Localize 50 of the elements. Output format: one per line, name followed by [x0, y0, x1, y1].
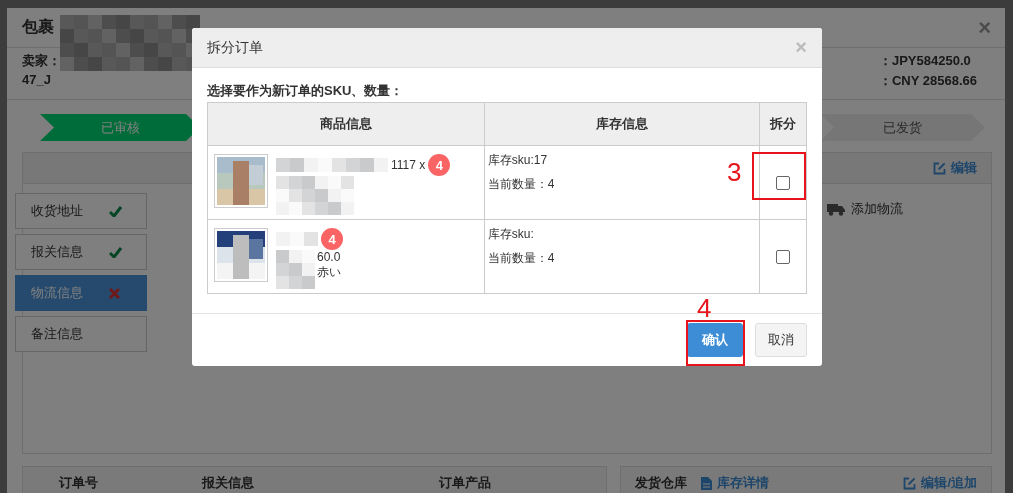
stock-sku: 库存sku:	[487, 226, 535, 243]
progress-step: 已发货	[820, 114, 985, 141]
product-title: 1117 x	[391, 158, 426, 172]
product-detail: 60.0	[317, 250, 341, 264]
step-number: 3	[727, 159, 742, 185]
nav-item[interactable]: 报关信息	[15, 234, 147, 270]
highlight-frame	[686, 320, 745, 366]
seller-id: 47_J	[22, 72, 52, 87]
truck-icon	[827, 202, 845, 216]
seller-label: 卖家：	[22, 52, 61, 70]
order-amount-cny: ：CNY 28568.66	[878, 72, 977, 90]
close-button[interactable]: ×	[978, 14, 991, 41]
split-checkbox[interactable]	[776, 176, 791, 191]
cancel-button[interactable]: 取消	[755, 323, 807, 357]
edit-icon	[933, 161, 946, 175]
nav-item[interactable]: 物流信息	[15, 275, 147, 311]
column-header: 商品信息	[207, 102, 485, 146]
edit-link[interactable]: 编辑	[933, 159, 977, 177]
quantity-badge: 4	[428, 154, 451, 176]
edit-icon	[903, 476, 917, 490]
step-number: 4	[697, 295, 712, 321]
quantity-badge: 4	[321, 228, 343, 250]
column-header: 报关信息	[200, 474, 255, 492]
add-logistics-button[interactable]: 添加物流	[827, 200, 903, 218]
column-header: 拆分	[759, 102, 807, 146]
cross-icon	[109, 287, 120, 299]
mosaic-drawing	[276, 250, 315, 289]
split-checkbox[interactable]	[776, 250, 791, 265]
product-detail: 赤い	[317, 264, 341, 281]
column-header: 订单号	[57, 474, 99, 492]
stock-sku: 库存sku:17	[487, 152, 549, 169]
order-amount: ：JPY584250.0	[878, 52, 972, 70]
check-icon	[109, 246, 122, 258]
current-quantity: 当前数量：4	[487, 250, 556, 267]
column-header: 库存信息	[484, 102, 760, 146]
highlight-frame	[752, 152, 806, 200]
column-header: 订单产品	[437, 474, 492, 492]
current-quantity: 当前数量：4	[487, 176, 556, 193]
warehouse-title: 发货仓库	[635, 474, 687, 492]
nav-item[interactable]: 备注信息	[15, 316, 147, 352]
mosaic-drawing	[276, 232, 318, 246]
edit-add-link[interactable]: 编辑/追加	[903, 474, 977, 492]
dialog-prompt: 选择要作为新订单的SKU、数量：	[207, 82, 405, 100]
confirm-button[interactable]: 确认	[687, 323, 743, 357]
nav-item[interactable]: 收货地址	[15, 193, 147, 229]
dialog-title: 拆分订单	[207, 38, 263, 57]
window-title: 包裹	[22, 17, 54, 37]
stock-details-link[interactable]: 库存详情	[701, 474, 769, 492]
document-icon	[701, 476, 712, 490]
check-icon	[109, 205, 122, 217]
